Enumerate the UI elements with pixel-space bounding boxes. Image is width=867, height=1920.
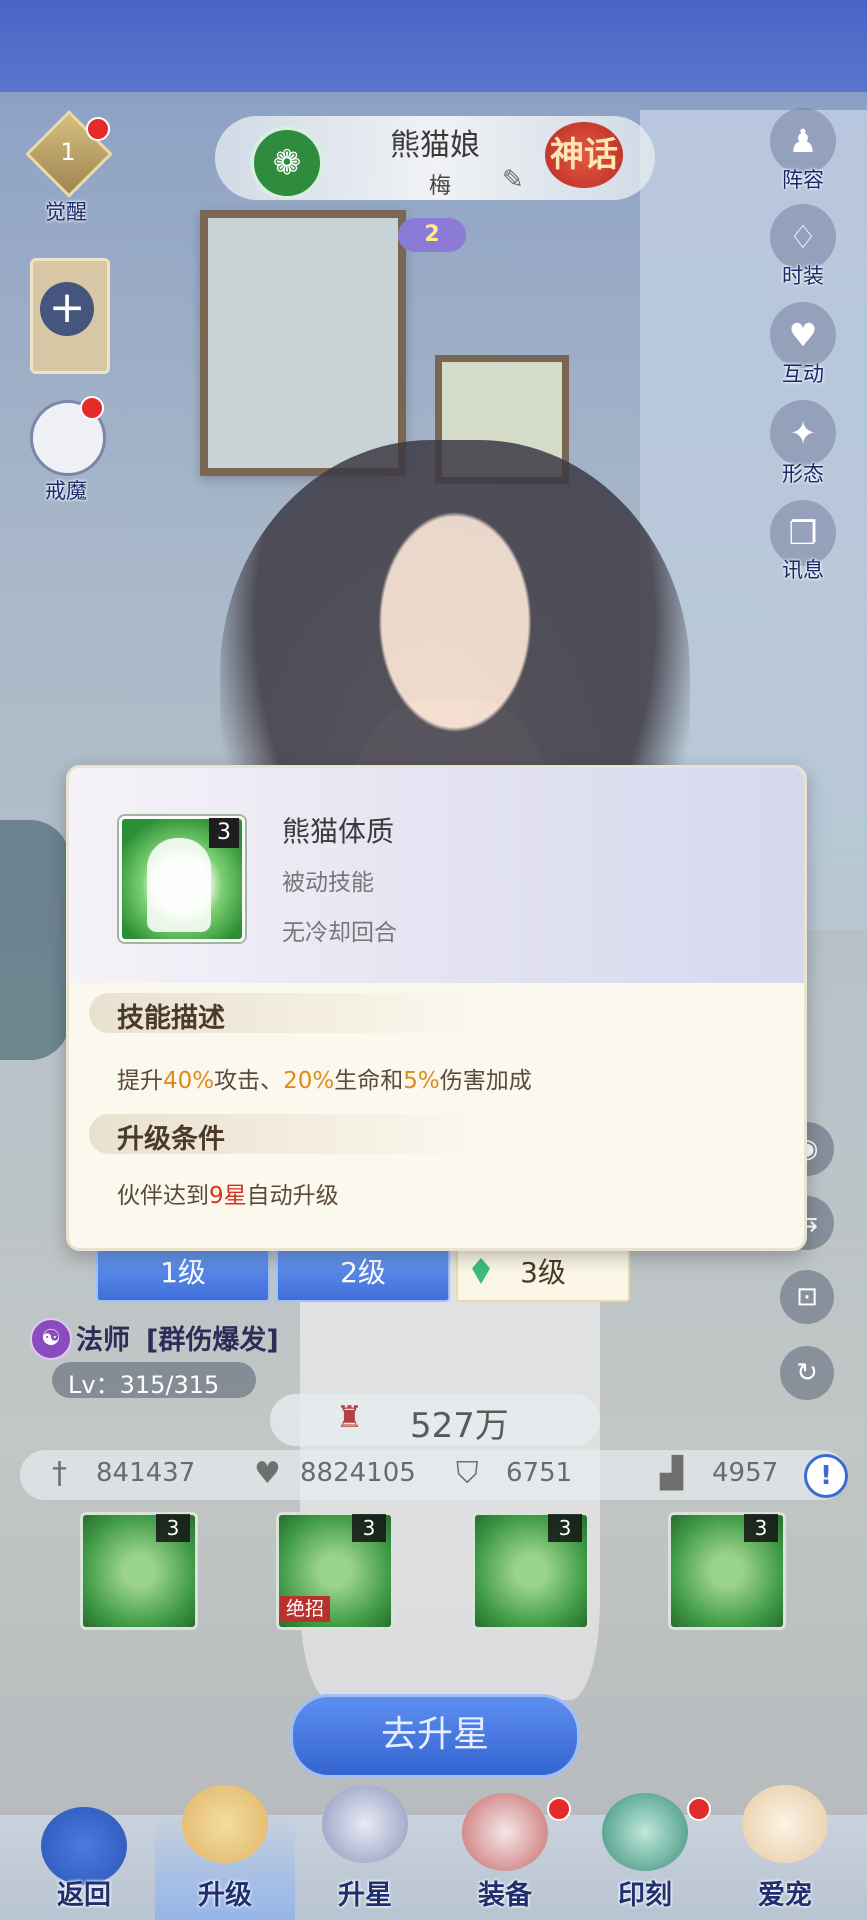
outfit-label: 时装 bbox=[782, 264, 824, 288]
skill-detail-popup[interactable]: 3 熊猫体质 被动技能 无冷却回合 技能描述 提升40%攻击、20%生命和5%伤… bbox=[66, 765, 807, 1251]
power-value: 527万 bbox=[410, 1406, 509, 1446]
nav-starup[interactable]: 升星 bbox=[295, 1785, 435, 1920]
character-subname: 梅 bbox=[428, 174, 451, 199]
star-up-button[interactable]: 去升星 bbox=[290, 1694, 580, 1778]
background-painting bbox=[200, 210, 406, 476]
nav-label: 返回 bbox=[57, 1880, 111, 1911]
level-tab-2[interactable]: 2级 bbox=[276, 1246, 450, 1302]
hexagram-icon bbox=[602, 1793, 688, 1871]
info-icon[interactable]: ! bbox=[804, 1454, 848, 1498]
background-fan bbox=[0, 820, 70, 1060]
level-tab-1[interactable]: 1级 bbox=[96, 1246, 270, 1302]
skill-type: 被动技能 bbox=[282, 870, 374, 896]
nav-equipment[interactable]: 装备 bbox=[435, 1793, 575, 1920]
notification-dot bbox=[86, 117, 110, 141]
awaken-level: 1 bbox=[60, 138, 76, 166]
demon-label: 戒魔 bbox=[45, 479, 87, 503]
awaken-label: 觉醒 bbox=[45, 200, 87, 224]
character-name: 熊猫娘 bbox=[390, 128, 480, 163]
rotate-icon[interactable]: ↻ bbox=[780, 1346, 834, 1400]
notification-dot bbox=[547, 1797, 571, 1821]
class-name: 法师 bbox=[76, 1325, 130, 1356]
class-tag: [群伤爆发] bbox=[146, 1325, 279, 1356]
notification-dot bbox=[80, 396, 104, 420]
upgrade-title: 升级条件 bbox=[117, 1124, 225, 1155]
star-rank-badge: 2 bbox=[398, 218, 466, 252]
skill-slot-level: 3 bbox=[156, 1514, 190, 1542]
description-title: 技能描述 bbox=[117, 1003, 225, 1034]
top-banner bbox=[0, 0, 867, 92]
nav-levelup[interactable]: 升级 bbox=[155, 1785, 295, 1920]
power-icon: ♜ bbox=[336, 1400, 363, 1435]
skill-name: 熊猫体质 bbox=[282, 815, 395, 848]
nav-label: 爱宠 bbox=[758, 1880, 812, 1911]
ultimate-tag: 绝招 bbox=[280, 1596, 330, 1622]
rarity-badge: 神话 bbox=[545, 122, 623, 188]
info-label: 讯息 bbox=[782, 558, 824, 582]
skill-cooldown: 无冷却回合 bbox=[282, 920, 397, 946]
skill-silhouette bbox=[147, 838, 211, 932]
lock-icon[interactable]: ⊡ bbox=[780, 1270, 834, 1324]
nav-label: 印刻 bbox=[618, 1880, 672, 1911]
nav-label: 升星 bbox=[338, 1880, 392, 1911]
skill-slot-level: 3 bbox=[352, 1514, 386, 1542]
nav-back[interactable]: 返回 bbox=[14, 1807, 154, 1920]
form-label: 形态 bbox=[782, 462, 824, 486]
nav-label: 升级 bbox=[198, 1880, 252, 1911]
levelup-icon bbox=[182, 1785, 268, 1863]
skill-level-badge: 3 bbox=[209, 818, 239, 848]
skill-description: 提升40%攻击、20%生命和5%伤害加成 bbox=[117, 1068, 532, 1094]
shield-icon: ⛉ bbox=[456, 1456, 479, 1491]
lineup-label: 阵容 bbox=[782, 168, 824, 192]
attack-value: 841437 bbox=[96, 1458, 196, 1488]
boot-icon: ▟ bbox=[660, 1456, 684, 1491]
swirl-icon[interactable]: ❁ bbox=[250, 126, 324, 200]
nav-imprint[interactable]: 印刻 bbox=[575, 1793, 715, 1920]
defense-value: 6751 bbox=[506, 1458, 573, 1488]
skill-slot-level: 3 bbox=[744, 1514, 778, 1542]
butterfly-icon[interactable]: ✦ bbox=[770, 400, 836, 466]
cat-icon bbox=[742, 1785, 828, 1863]
heart-stat-icon: ♥ bbox=[254, 1456, 281, 1491]
notification-dot bbox=[687, 1797, 711, 1821]
upgrade-condition: 伙伴达到9星自动升级 bbox=[117, 1183, 339, 1209]
mage-class-icon: ☯ bbox=[30, 1318, 72, 1360]
edit-icon[interactable]: ✎ bbox=[502, 165, 532, 195]
hat-icon bbox=[462, 1793, 548, 1871]
skill-slot-level: 3 bbox=[548, 1514, 582, 1542]
interact-label: 互动 bbox=[782, 362, 824, 386]
character-level: Lv：315/315 bbox=[68, 1371, 220, 1399]
sword-icon: † bbox=[52, 1456, 67, 1491]
nav-label: 装备 bbox=[478, 1880, 532, 1911]
nav-pet[interactable]: 爱宠 bbox=[715, 1785, 855, 1920]
hp-value: 8824105 bbox=[300, 1458, 416, 1488]
speed-value: 4957 bbox=[712, 1458, 779, 1488]
star-moon-icon bbox=[322, 1785, 408, 1863]
plus-icon[interactable]: + bbox=[40, 282, 94, 336]
